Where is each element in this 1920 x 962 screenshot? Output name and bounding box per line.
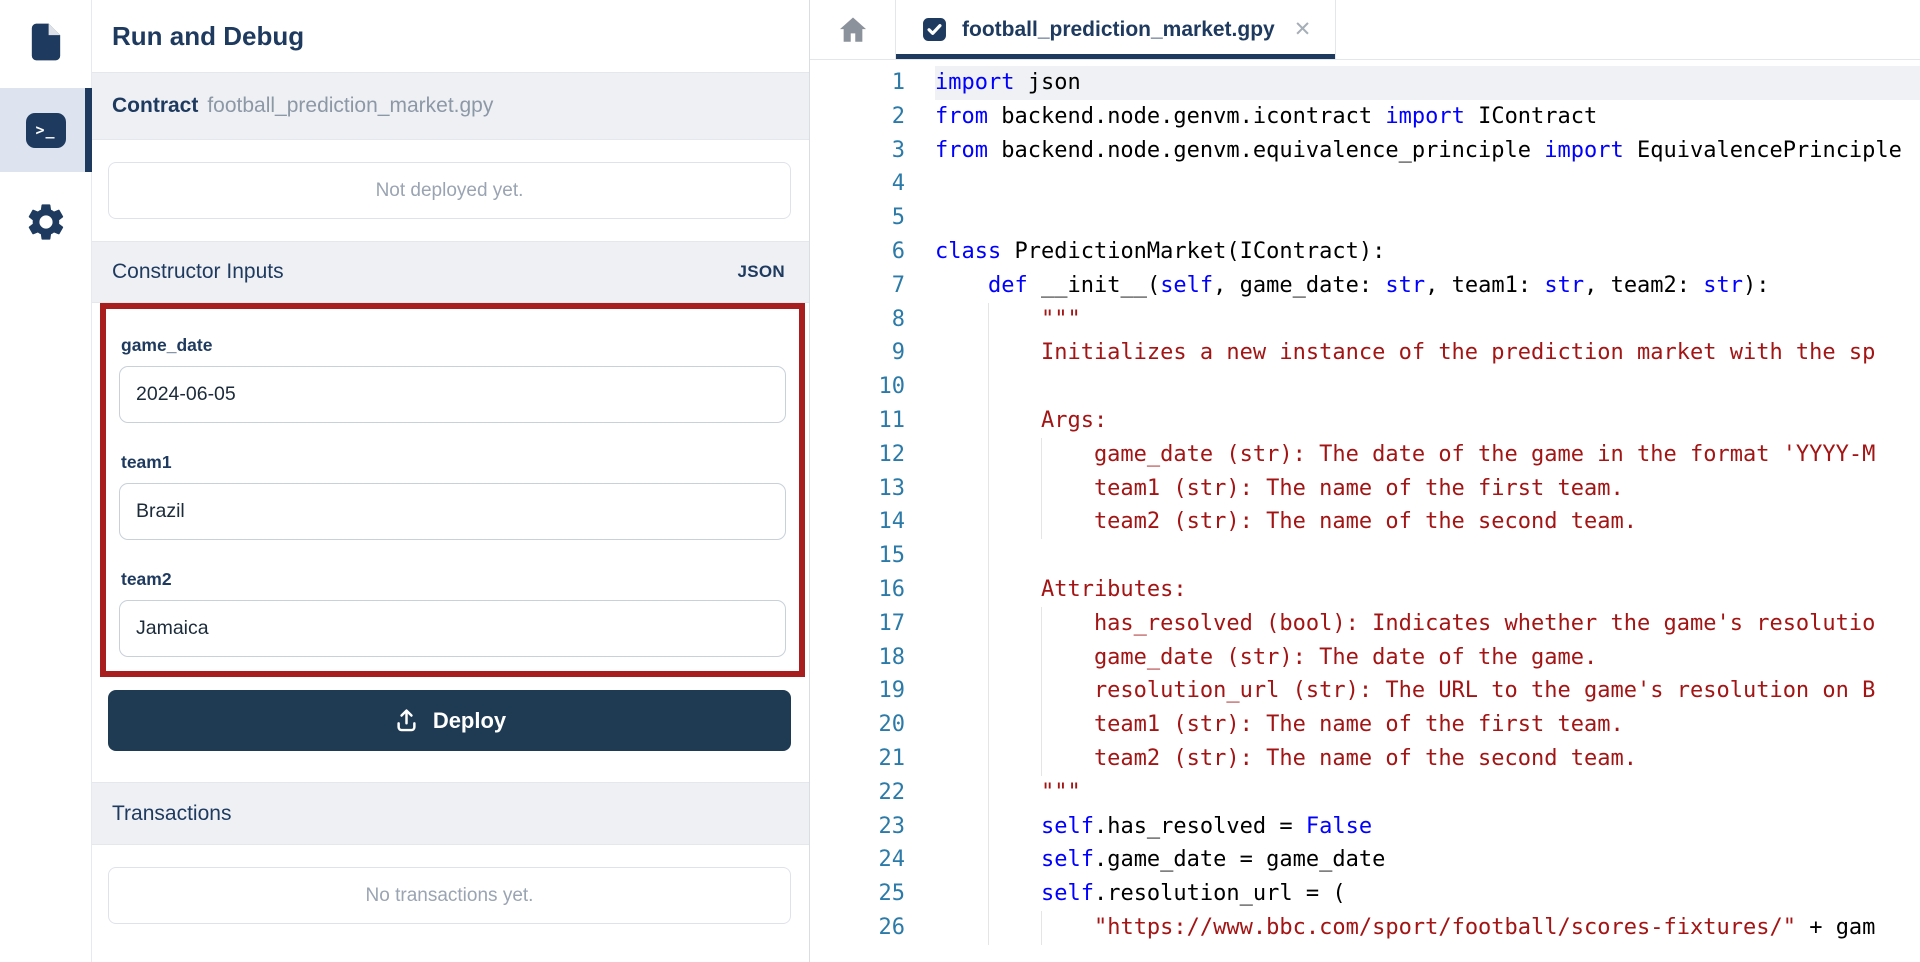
constructor-inputs-title: Constructor Inputs (112, 260, 284, 284)
line-number: 18 (810, 641, 905, 675)
line-number: 26 (810, 911, 905, 945)
line-number: 21 (810, 742, 905, 776)
gear-icon (24, 200, 68, 244)
code-line: 9 Initializes a new instance of the pred… (810, 336, 1920, 370)
terminal-icon: >_ (26, 113, 66, 148)
activity-bar: >_ (0, 0, 92, 962)
code-editor: football_prediction_market.gpy ✕ 1import… (810, 0, 1920, 962)
transactions-header: Transactions (92, 782, 809, 845)
line-number: 7 (810, 269, 905, 303)
code-line: 10 (810, 370, 1920, 404)
deployment-status-box: Not deployed yet. (108, 162, 791, 219)
code-lines: 1import json2from backend.node.genvm.ico… (810, 66, 1920, 945)
app-window: >_ Run and Debug Contract football_predi… (0, 0, 1920, 962)
code-area[interactable]: 1import json2from backend.node.genvm.ico… (810, 60, 1920, 962)
code-line: 8 """ (810, 303, 1920, 337)
close-icon[interactable]: ✕ (1294, 17, 1312, 42)
upload-icon (393, 707, 420, 734)
line-number: 6 (810, 235, 905, 269)
code-line: 26 "https://www.bbc.com/sport/football/s… (810, 911, 1920, 945)
line-number: 23 (810, 810, 905, 844)
line-number: 8 (810, 303, 905, 337)
sidebar-item-settings[interactable] (0, 180, 91, 264)
line-number: 3 (810, 134, 905, 168)
code-line: 16 Attributes: (810, 573, 1920, 607)
transactions-empty-box: No transactions yet. (108, 867, 791, 924)
deploy-button[interactable]: Deploy (108, 690, 791, 751)
line-number: 10 (810, 370, 905, 404)
code-line: 1import json (810, 66, 1920, 100)
line-number: 11 (810, 404, 905, 438)
code-line: 19 resolution_url (str): The URL to the … (810, 674, 1920, 708)
code-line: 21 team2 (str): The name of the second t… (810, 742, 1920, 776)
line-number: 19 (810, 674, 905, 708)
line-number: 24 (810, 843, 905, 877)
code-line: 15 (810, 539, 1920, 573)
constructor-inputs-highlight: game_date team1 team2 (100, 303, 805, 677)
line-number: 14 (810, 505, 905, 539)
constructor-inputs-header: Constructor Inputs JSON (92, 241, 809, 303)
line-number: 20 (810, 708, 905, 742)
code-line: 17 has_resolved (bool): Indicates whethe… (810, 607, 1920, 641)
sidebar-item-files[interactable] (0, 0, 91, 84)
code-line: 11 Args: (810, 404, 1920, 438)
sidebar-item-run-debug[interactable]: >_ (0, 88, 91, 172)
json-toggle[interactable]: JSON (738, 262, 786, 282)
code-line: 18 game_date (str): The date of the game… (810, 641, 1920, 675)
code-line: 3from backend.node.genvm.equivalence_pri… (810, 134, 1920, 168)
home-icon (836, 13, 870, 47)
tab-label: football_prediction_market.gpy (962, 18, 1275, 42)
code-line: 22 """ (810, 776, 1920, 810)
line-number: 22 (810, 776, 905, 810)
contract-filename: football_prediction_market.gpy (207, 94, 493, 118)
line-number: 12 (810, 438, 905, 472)
field-label-game-date: game_date (121, 335, 786, 356)
deployment-status-text: Not deployed yet. (376, 180, 524, 202)
line-number: 5 (810, 201, 905, 235)
line-number: 13 (810, 472, 905, 506)
team2-field[interactable] (119, 600, 786, 657)
line-number: 2 (810, 100, 905, 134)
run-debug-panel: Run and Debug Contract football_predicti… (92, 0, 810, 962)
transactions-title: Transactions (112, 802, 231, 826)
code-line: 4 (810, 167, 1920, 201)
code-line: 14 team2 (str): The name of the second t… (810, 505, 1920, 539)
game-date-field[interactable] (119, 366, 786, 423)
contract-header: Contract football_prediction_market.gpy (92, 72, 809, 140)
code-line: 25 self.resolution_url = ( (810, 877, 1920, 911)
deploy-button-label: Deploy (433, 708, 506, 734)
line-number: 4 (810, 167, 905, 201)
code-line: 24 self.game_date = game_date (810, 843, 1920, 877)
line-number: 25 (810, 877, 905, 911)
line-number: 15 (810, 539, 905, 573)
page-title: Run and Debug (92, 0, 809, 72)
code-line: 5 (810, 201, 1920, 235)
code-line: 6class PredictionMarket(IContract): (810, 235, 1920, 269)
field-label-team1: team1 (121, 452, 786, 473)
contract-label: Contract (112, 94, 198, 118)
transactions-empty-text: No transactions yet. (366, 885, 534, 907)
code-line: 20 team1 (str): The name of the first te… (810, 708, 1920, 742)
home-button[interactable] (810, 0, 895, 59)
field-label-team2: team2 (121, 569, 786, 590)
team1-field[interactable] (119, 483, 786, 540)
code-line: 7 def __init__(self, game_date: str, tea… (810, 269, 1920, 303)
code-line: 2from backend.node.genvm.icontract impor… (810, 100, 1920, 134)
line-number: 1 (810, 66, 905, 100)
code-line: 23 self.has_resolved = False (810, 810, 1920, 844)
tab-football-prediction-market[interactable]: football_prediction_market.gpy ✕ (895, 0, 1336, 59)
line-number: 9 (810, 336, 905, 370)
tab-bar: football_prediction_market.gpy ✕ (810, 0, 1920, 60)
file-icon (25, 19, 67, 65)
file-check-icon (920, 15, 949, 44)
line-number: 16 (810, 573, 905, 607)
code-line: 12 game_date (str): The date of the game… (810, 438, 1920, 472)
code-line: 13 team1 (str): The name of the first te… (810, 472, 1920, 506)
line-number: 17 (810, 607, 905, 641)
